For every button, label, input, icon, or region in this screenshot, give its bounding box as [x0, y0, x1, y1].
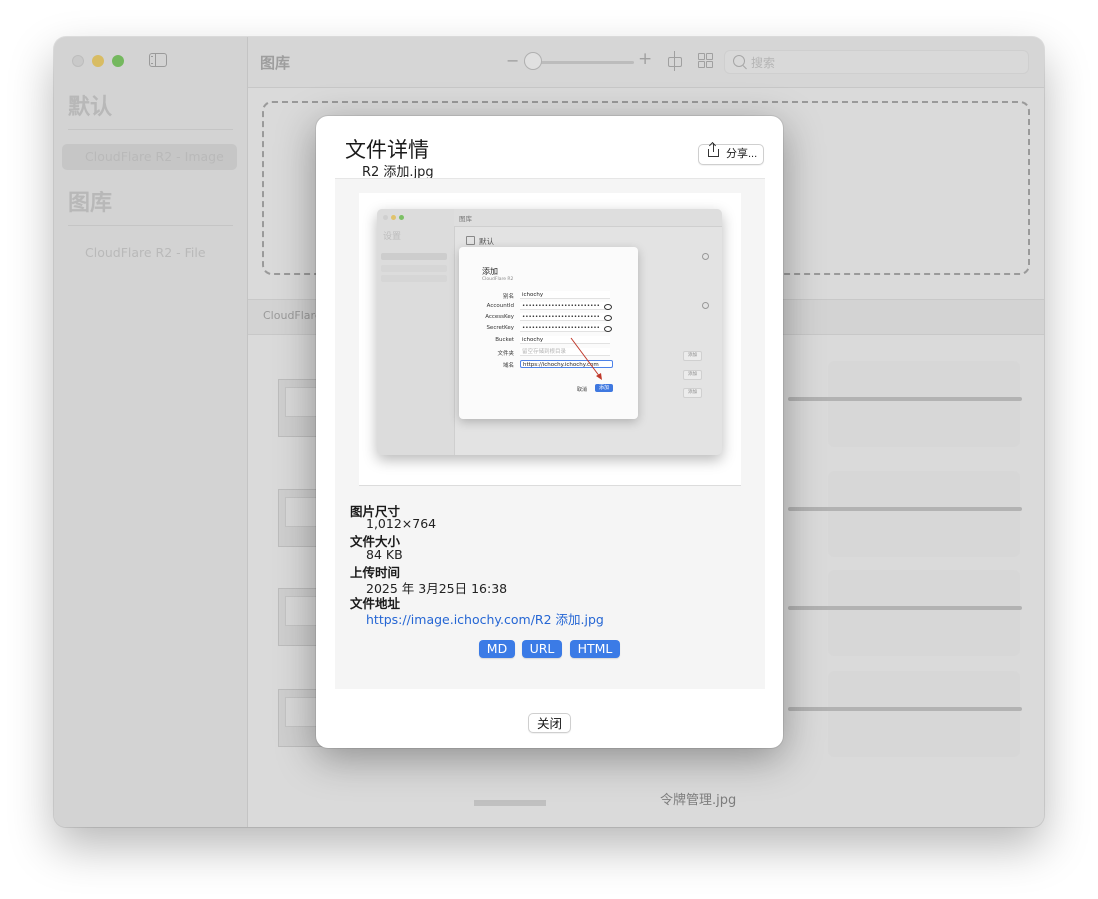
preview-field-value: ichochy [520, 291, 610, 299]
file-url-link[interactable]: https://image.ichochy.com/R2 添加.jpg [366, 609, 604, 628]
dialog-title: 文件详情 [345, 138, 429, 162]
share-icon [708, 143, 719, 157]
preview-field-label: AccessKey [485, 314, 514, 320]
preview-field-value: •••••••••••••••••••••••• [520, 324, 610, 332]
details-panel: 设置 图库 默认 添加 添加 添加 添加 CloudFlare R2 别名 ic… [335, 178, 765, 689]
copy-url-button[interactable]: URL [522, 640, 562, 658]
preview-minimize-dot [391, 215, 396, 220]
preview-eye-icon [604, 304, 612, 310]
gallery-progress-bar [788, 507, 1022, 511]
preview-screenshot: 设置 图库 默认 添加 添加 添加 添加 CloudFlare R2 别名 ic… [377, 209, 722, 455]
preview-field-label: Bucket [495, 337, 514, 343]
share-label: 分享... [726, 148, 758, 160]
preview-sidebar-title: 设置 [383, 232, 402, 242]
toolbar: 图库 − + 搜索 [248, 37, 1044, 88]
search-input[interactable]: 搜索 [724, 50, 1029, 74]
gallery-source-label: CloudFlare [263, 309, 322, 322]
sidebar-section-title: 图库 [68, 191, 113, 216]
preview-add-button: 添加 [683, 388, 702, 398]
preview-add-dialog: 添加 CloudFlare R2 别名 ichochy AccountId ••… [459, 247, 638, 419]
file-details-dialog: 文件详情 R2 添加.jpg 分享... 设置 图库 默认 添加 添加 添加 添… [316, 116, 783, 748]
image-preview: 设置 图库 默认 添加 添加 添加 添加 CloudFlare R2 别名 ic… [359, 193, 741, 486]
sidebar: 默认 CloudFlare R2 - Image 图库 CloudFlare R… [54, 37, 248, 827]
preview-field-label: 域名 [502, 363, 514, 369]
gallery-card [828, 570, 1020, 656]
preview-add-button: 添加 [683, 351, 702, 361]
preview-sidebar-item [381, 253, 447, 260]
preview-sidebar-item [381, 265, 447, 272]
gallery-card [828, 361, 1020, 447]
copy-html-button[interactable]: HTML [570, 640, 620, 658]
maximize-window-button[interactable] [112, 55, 124, 67]
close-button[interactable]: 关闭 [528, 713, 571, 733]
preview-sidebar: 设置 [377, 209, 455, 455]
sidebar-section-title: 默认 [68, 95, 113, 120]
gallery-progress-bar [788, 606, 1022, 610]
preview-field-label: AccountId [486, 303, 514, 309]
copy-markdown-button[interactable]: MD [479, 640, 515, 658]
gallery-progress-bar [788, 707, 1022, 711]
preview-dialog-title: 添加 [482, 267, 498, 276]
preview-eye-icon [604, 315, 612, 321]
sidebar-item-r2-file[interactable]: CloudFlare R2 - File [62, 240, 237, 266]
sidebar-item-r2-image[interactable]: CloudFlare R2 - Image [62, 144, 237, 170]
file-size-value: 84 KB [366, 547, 403, 562]
close-window-button[interactable] [72, 55, 84, 67]
sidebar-toggle-icon[interactable] [149, 53, 167, 67]
preview-field-value: •••••••••••••••••••••••• [520, 313, 610, 321]
preview-field-label: 别名 [502, 294, 514, 300]
zoom-out-icon[interactable]: − [506, 51, 519, 70]
preview-maximize-dot [399, 215, 404, 220]
preview-info-icon [702, 302, 709, 309]
grid-view-icon[interactable] [698, 53, 713, 68]
preview-field-value: •••••••••••••••••••••••• [520, 302, 610, 310]
gallery-progress-bar [788, 397, 1022, 401]
preview-field-label: 文件夹 [497, 351, 514, 357]
search-icon [733, 55, 745, 67]
preview-cancel-label: 取消 [577, 387, 588, 393]
gallery-card [828, 671, 1020, 757]
preview-dialog-subtitle: CloudFlare R2 [482, 277, 514, 282]
preview-section-label: 默认 [479, 237, 494, 246]
preview-toolbar: 图库 [454, 209, 722, 227]
fit-size-icon[interactable] [667, 51, 683, 71]
zoom-slider-knob[interactable] [524, 52, 542, 70]
preview-annotation-arrow-icon [570, 337, 602, 380]
preview-chevron-down-icon [466, 236, 475, 245]
gallery-card [828, 471, 1020, 557]
gallery-file-name: 令牌管理.jpg [660, 793, 737, 808]
gallery-thumbnail[interactable] [474, 800, 546, 806]
preview-add-button: 添加 [683, 370, 702, 380]
zoom-in-icon[interactable]: + [638, 49, 652, 69]
preview-info-icon [702, 253, 709, 260]
preview-eye-icon [604, 326, 612, 332]
minimize-window-button[interactable] [92, 55, 104, 67]
preview-toolbar-title: 图库 [459, 215, 472, 223]
preview-close-dot [383, 215, 388, 220]
preview-add-label: 添加 [595, 384, 613, 392]
window-title: 图库 [260, 54, 291, 72]
preview-field-label: SecretKey [486, 325, 514, 331]
sidebar-divider [68, 129, 233, 130]
search-placeholder: 搜索 [751, 56, 776, 70]
preview-sidebar-item [381, 275, 447, 282]
image-size-value: 1,012×764 [366, 516, 437, 531]
share-button[interactable]: 分享... [698, 143, 764, 165]
sidebar-divider [68, 225, 233, 226]
